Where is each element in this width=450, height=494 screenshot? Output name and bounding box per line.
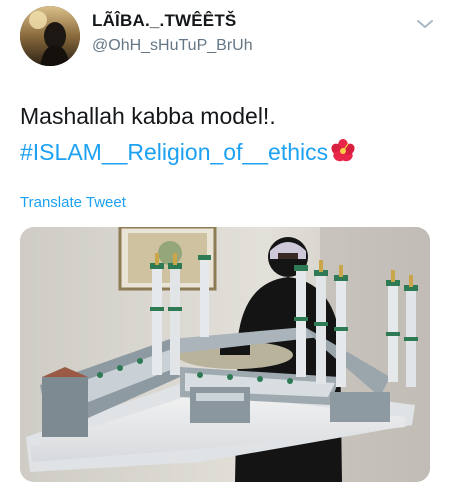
chevron-down-icon[interactable] [416,18,434,30]
avatar-image [20,6,80,66]
hibiscus-icon [331,139,355,162]
tweet-text: Mashallah kabba model!. #ISLAM__Religion… [20,98,440,170]
avatar[interactable] [20,6,80,66]
hashtag-line: #ISLAM__Religion_of__ethics [20,134,440,170]
kaaba-model-photo [20,227,430,482]
tweet: LÃÎBA._.TWÊÊTŠ @OhH_sHuTuP_BrUh Mashalla… [0,0,450,494]
tweet-text-line: Mashallah kabba model!. [20,103,276,129]
tweet-photo[interactable] [20,227,430,482]
translate-tweet-link[interactable]: Translate Tweet [20,194,126,211]
hashtag-link[interactable]: #ISLAM__Religion_of__ethics [20,139,328,165]
user-handle[interactable]: @OhH_sHuTuP_BrUh [92,37,253,55]
display-name[interactable]: LÃÎBA._.TWÊÊTŠ [92,11,236,31]
